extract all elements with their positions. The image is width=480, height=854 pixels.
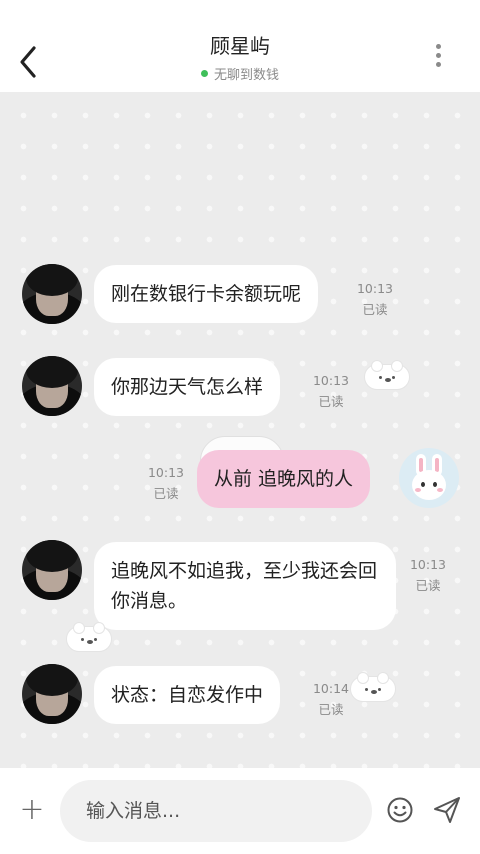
message-bubble-sent[interactable]: 从前 追晚风的人: [197, 450, 371, 508]
back-button[interactable]: [14, 42, 44, 82]
emoji-button[interactable]: [386, 796, 414, 824]
message-meta: 10:13 已读: [408, 554, 448, 596]
contact-avatar[interactable]: [22, 264, 82, 324]
message-input-container[interactable]: [60, 780, 372, 842]
message-time: 10:13: [312, 373, 350, 388]
status-text: 无聊到数钱: [213, 68, 279, 83]
smiley-icon: [387, 797, 413, 823]
chat-area[interactable]: 刚在数银行卡余额玩呢 10:13 已读 你那边天气怎么样 10:13 已读 10…: [0, 92, 480, 768]
contact-status: 无聊到数钱: [100, 64, 380, 83]
message-bubble-received[interactable]: 追晚风不如追我，至少我还会回你消息。: [94, 542, 396, 630]
message-time: 10:13: [409, 557, 447, 572]
chevron-left-icon: [20, 46, 36, 78]
read-status: 已读: [153, 486, 179, 501]
online-dot-icon: [200, 70, 208, 77]
message-bubble-received[interactable]: 刚在数银行卡余额玩呢: [94, 265, 319, 323]
message-meta: 10:13 已读: [355, 278, 395, 320]
read-status: 已读: [362, 302, 388, 317]
message-time: 10:13: [356, 281, 394, 296]
send-icon: [434, 797, 460, 823]
read-status: 已读: [318, 702, 344, 717]
message-bubble-received[interactable]: 状态：自恋发作中: [94, 666, 281, 724]
contact-name: 顾星屿: [210, 34, 270, 58]
bear-sticker-icon: [350, 672, 396, 702]
message-meta: 10:14 已读: [311, 678, 351, 720]
bear-sticker-icon: [364, 360, 410, 390]
contact-avatar[interactable]: [22, 356, 82, 416]
my-avatar-bunny[interactable]: [399, 448, 459, 508]
read-status: 已读: [415, 578, 441, 593]
contact-avatar[interactable]: [22, 664, 82, 724]
message-input[interactable]: [86, 780, 356, 842]
message-time: 10:13: [147, 465, 185, 480]
message-meta: 10:13 已读: [311, 370, 351, 412]
contact-avatar[interactable]: [22, 540, 82, 600]
read-status: 已读: [318, 394, 344, 409]
bear-sticker-icon: [66, 622, 112, 652]
add-attachment-button[interactable]: +: [16, 794, 48, 826]
more-vertical-icon: [435, 44, 441, 49]
message-meta: 10:13 已读: [146, 462, 186, 504]
chat-header: 顾星屿 无聊到数钱: [0, 0, 480, 92]
contact-title-block: 顾星屿 无聊到数钱: [100, 32, 380, 83]
message-time: 10:14: [312, 681, 350, 696]
message-composer: +: [0, 768, 480, 854]
message-bubble-received[interactable]: 你那边天气怎么样: [94, 358, 281, 416]
send-button[interactable]: [432, 795, 462, 825]
more-options-button[interactable]: [434, 44, 442, 72]
